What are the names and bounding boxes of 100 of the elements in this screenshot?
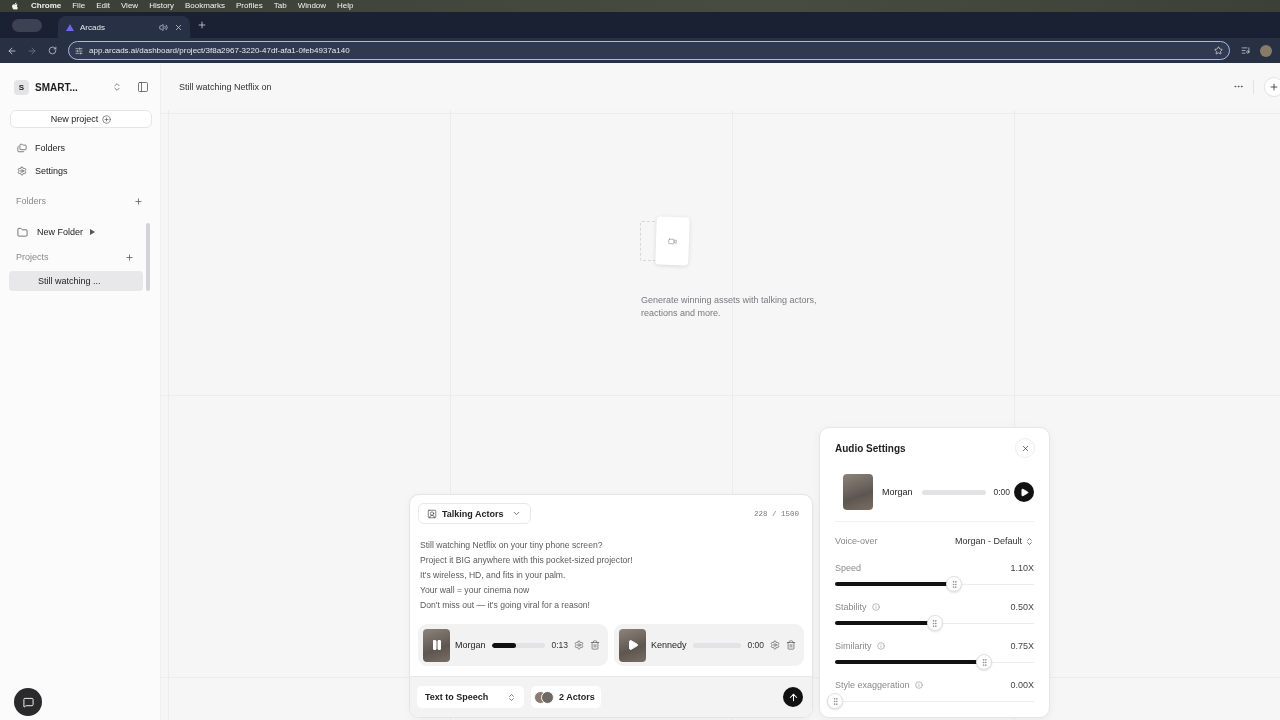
section-label: Projects: [16, 252, 49, 262]
chevron-down-icon: [511, 509, 521, 518]
panel-left-icon: [137, 81, 149, 93]
triangle-logo-icon: [66, 23, 74, 31]
arrow-right-icon: [27, 45, 37, 56]
slider-label: Style exaggeration: [835, 680, 910, 690]
delete-button[interactable]: [786, 640, 796, 650]
pause-icon[interactable]: [430, 639, 443, 651]
progress-track[interactable]: [491, 642, 546, 648]
url-text: app.arcads.ai/dashboard/project/3f8a2967-3220-47df-afa1-0feb4937a140: [89, 46, 351, 55]
folders-icon: [17, 142, 27, 153]
plus-icon: [125, 252, 134, 262]
slider-label: Speed: [835, 563, 862, 573]
menu-item[interactable]: Help: [337, 0, 354, 12]
slider-value: 0.00X: [1010, 680, 1034, 690]
apple-logo-icon[interactable]: [11, 2, 19, 10]
trash-icon: [786, 640, 796, 650]
reload-icon: [47, 46, 57, 55]
close-button[interactable]: [1015, 438, 1035, 458]
workspace-switcher-button[interactable]: [112, 82, 122, 92]
site-settings-icon[interactable]: [75, 46, 83, 55]
grip-icon: [830, 696, 840, 706]
actor-settings-button[interactable]: [770, 640, 780, 650]
gear-icon: [574, 640, 584, 650]
menu-item[interactable]: Bookmarks: [185, 0, 226, 12]
plus-icon: [197, 20, 207, 30]
chevrons-up-down-icon: [112, 82, 122, 92]
avatar: [541, 690, 554, 704]
panel-title: Audio Settings: [835, 442, 906, 454]
mode-dropdown[interactable]: Talking Actors: [418, 503, 531, 524]
workspace-name[interactable]: SMART...: [35, 81, 112, 93]
folder-name: New Folder: [37, 227, 83, 237]
menu-item[interactable]: Edit: [96, 0, 110, 12]
actors-button[interactable]: 2 Actors: [531, 686, 601, 708]
arrow-left-icon: [7, 45, 17, 56]
arrow-up-icon: [787, 691, 799, 703]
profile-avatar[interactable]: [1260, 44, 1272, 57]
menu-item[interactable]: View: [120, 0, 139, 12]
chevrons-up-down-icon: [507, 692, 516, 702]
menu-item[interactable]: Profiles: [236, 0, 263, 12]
actor-name: Morgan: [455, 640, 486, 650]
menu-item[interactable]: Tab: [273, 0, 287, 12]
nav-label: Settings: [35, 165, 68, 176]
add-button[interactable]: [1264, 76, 1280, 97]
folder-icon: [17, 226, 28, 238]
slider-label: Similarity: [835, 641, 872, 651]
chat-launcher-button[interactable]: [14, 688, 42, 716]
slider-thumb[interactable]: [946, 576, 963, 592]
browser-tab[interactable]: Arcads: [58, 16, 190, 38]
section-label: Folders: [16, 196, 46, 206]
slider-label: Stability: [835, 602, 867, 612]
sidebar-nav-item[interactable]: Settings: [9, 159, 152, 182]
speaker-icon: [159, 22, 168, 32]
play-button[interactable]: [1014, 482, 1034, 502]
empty-state-text: Generate winning assets with talking actors, reactions and more.: [641, 294, 818, 320]
close-icon[interactable]: [174, 22, 183, 32]
photo-placeholder: [843, 474, 873, 510]
new-project-button[interactable]: New project: [10, 110, 152, 128]
caret-icon[interactable]: [90, 229, 95, 235]
slider-thumb[interactable]: [976, 654, 993, 670]
slider-thumb[interactable]: [926, 615, 943, 631]
grip-icon: [979, 657, 989, 667]
time-text: 0:00: [747, 640, 764, 650]
nav-label: Folders: [35, 142, 65, 153]
menu-item[interactable]: History: [149, 0, 174, 12]
voice-mode-select[interactable]: Text to Speech: [417, 686, 524, 708]
send-button[interactable]: [783, 687, 803, 707]
plus-icon: [134, 196, 143, 206]
slider-thumb[interactable]: [827, 693, 843, 709]
add-project-button[interactable]: [125, 252, 134, 262]
menu-item[interactable]: Chrome: [31, 0, 62, 12]
time-text: 0:13: [551, 640, 568, 650]
menu-item[interactable]: File: [72, 0, 86, 12]
actor-settings-button[interactable]: [574, 640, 584, 650]
sidebar-nav-item[interactable]: Folders: [9, 136, 152, 159]
play-icon[interactable]: [626, 639, 639, 651]
slider-value: 1.10X: [1010, 563, 1034, 573]
close-icon: [1020, 443, 1030, 453]
slider-value: 0.75X: [1010, 641, 1034, 651]
project-item[interactable]: Still watching ...: [9, 271, 143, 291]
menu-item[interactable]: Window: [297, 0, 327, 12]
script-field[interactable]: Still watching Netflix on your tiny phone screen? Project it BIG anywhere with this pocket-sized projector! It's wireless, HD, and fits in your palm. Your wall = your cinema now Don't miss out — it's going viral for a reason!: [418, 538, 804, 613]
project-title: Still watching Netflix on: [179, 81, 273, 92]
scrollbar-thumb[interactable]: [146, 223, 150, 291]
add-folder-button[interactable]: [134, 196, 143, 206]
address-bar[interactable]: app.arcads.ai/dashboard/project/3f8a2967-3220-47df-afa1-0feb4937a140: [68, 41, 1230, 60]
actor-name: Morgan: [882, 487, 913, 497]
chat-icon: [22, 696, 34, 708]
voice-select[interactable]: Morgan - Default: [954, 536, 1034, 546]
bookmark-star-icon[interactable]: [1214, 46, 1223, 55]
field-label: Voice-over: [835, 536, 878, 546]
progress-track[interactable]: [921, 489, 987, 495]
user-square-icon: [427, 508, 437, 519]
sidebar-toggle-button[interactable]: [137, 81, 149, 93]
tab-title: Arcads: [80, 22, 106, 32]
folder-item[interactable]: New Folder: [9, 222, 143, 242]
plus-icon: [1269, 81, 1279, 92]
workspace-avatar: S: [14, 79, 29, 95]
gear-icon: [17, 165, 27, 176]
delete-button[interactable]: [590, 640, 600, 650]
